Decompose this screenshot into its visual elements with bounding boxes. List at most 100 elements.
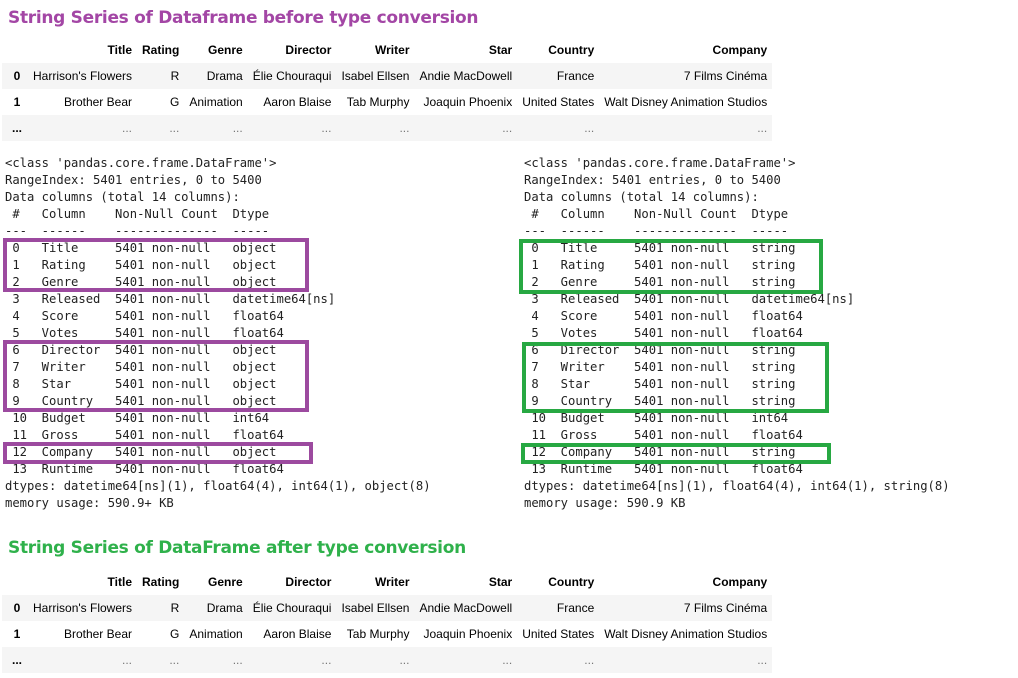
info-line: 4 Score 5401 non-null float64: [524, 309, 803, 323]
dataframe-before-table: Title Rating Genre Director Writer Star Countr…: [2, 37, 773, 141]
table-row: 1 Brother Bear G Animation Aaron Blaise Tab M…: [2, 89, 773, 115]
column-header: Rating: [142, 43, 180, 57]
table-cell: ...: [502, 653, 513, 667]
table-cell: ...: [169, 653, 180, 667]
info-line: 13 Runtime 5401 non-null float64: [5, 462, 284, 476]
column-header: Company: [712, 43, 768, 57]
info-line: 3 Released 5401 non-null datetime64[ns]: [5, 292, 336, 306]
row-index: 0: [13, 69, 21, 83]
column-header: Title: [107, 43, 132, 57]
info-line: dtypes: datetime64[ns](1), float64(4), i…: [524, 479, 950, 493]
info-line: <class 'pandas.core.frame.DataFrame'>: [524, 156, 796, 170]
table-cell: G: [170, 627, 180, 641]
row-index: 0: [13, 601, 21, 615]
table-cell: United States: [522, 95, 595, 109]
info-output-after: <class 'pandas.core.frame.DataFrame'> Ran…: [524, 155, 950, 512]
info-line: 9 Country 5401 non-null object: [5, 394, 277, 408]
info-line: RangeIndex: 5401 entries, 0 to 5400: [5, 173, 262, 187]
table-cell: Harrison's Flowers: [33, 69, 132, 83]
column-header: Star: [488, 575, 513, 589]
table-row: ...........................: [2, 115, 773, 141]
info-line: 13 Runtime 5401 non-null float64: [524, 462, 803, 476]
info-line: Data columns (total 14 columns):: [5, 190, 240, 204]
table-row: ...........................: [2, 647, 773, 673]
column-header: Company: [712, 575, 768, 589]
info-line: 10 Budget 5401 non-null int64: [524, 411, 789, 425]
info-line: Data columns (total 14 columns):: [524, 190, 759, 204]
info-line: 5 Votes 5401 non-null float64: [5, 326, 284, 340]
table-cell: Joaquin Phoenix: [423, 95, 513, 109]
info-line: 7 Writer 5401 non-null string: [524, 360, 796, 374]
info-line: 3 Released 5401 non-null datetime64[ns]: [524, 292, 855, 306]
table-cell: Aaron Blaise: [263, 95, 332, 109]
info-line: 8 Star 5401 non-null string: [524, 377, 796, 391]
table-cell: ...: [321, 653, 332, 667]
table-cell: Aaron Blaise: [263, 627, 332, 641]
dataframe-after-table: Title Rating Genre Director Writer Star Countr…: [2, 569, 773, 673]
index-header: [2, 37, 28, 63]
info-line: 4 Score 5401 non-null float64: [5, 309, 284, 323]
table-cell: ...: [232, 121, 243, 135]
table-cell: ...: [232, 653, 243, 667]
info-line: 1 Rating 5401 non-null object: [5, 258, 277, 272]
column-header: Genre: [208, 43, 243, 57]
column-header: Star: [488, 43, 513, 57]
table-cell: Isabel Ellsen: [341, 601, 410, 615]
info-output-before: <class 'pandas.core.frame.DataFrame'> Ran…: [5, 155, 431, 512]
table-cell: ...: [321, 121, 332, 135]
info-line: memory usage: 590.9 KB: [524, 496, 686, 510]
table-cell: ...: [584, 653, 595, 667]
table-cell: Andie MacDowell: [419, 601, 513, 615]
column-header: Genre: [208, 575, 243, 589]
table-cell: Walt Disney Animation Studios: [604, 95, 768, 109]
table-cell: 7 Films Cinéma: [683, 601, 768, 615]
table-cell: ...: [757, 653, 768, 667]
column-header: Director: [285, 575, 332, 589]
table-cell: R: [170, 601, 180, 615]
column-header: Rating: [142, 575, 180, 589]
row-index: ...: [12, 121, 23, 135]
heading-before: String Series of Dataframe before type c…: [8, 8, 479, 28]
column-header: Country: [548, 43, 595, 57]
table-cell: United States: [522, 627, 595, 641]
table-cell: France: [556, 69, 595, 83]
table-cell: Animation: [189, 95, 243, 109]
info-line: 12 Company 5401 non-null string: [524, 445, 796, 459]
column-header: Writer: [375, 575, 410, 589]
table-cell: France: [556, 601, 595, 615]
table-cell: Drama: [206, 601, 243, 615]
info-line: # Column Non-Null Count Dtype: [5, 207, 270, 221]
table-cell: Élie Chouraqui: [252, 601, 332, 615]
table-row: 1 Brother Bear G Animation Aaron Blaise Tab M…: [2, 621, 773, 647]
table-cell: ...: [757, 121, 768, 135]
table-cell: ...: [502, 121, 513, 135]
table-cell: ...: [121, 121, 132, 135]
info-line: 1 Rating 5401 non-null string: [524, 258, 796, 272]
table-cell: Brother Bear: [63, 627, 132, 641]
column-header: Title: [107, 575, 132, 589]
info-line: dtypes: datetime64[ns](1), float64(4), i…: [5, 479, 431, 493]
info-line: --- ------ -------------- -----: [5, 224, 270, 238]
table-cell: R: [170, 69, 180, 83]
table-row: 0 Harrison's Flowers R Drama Élie Chouraqui I…: [2, 595, 773, 621]
table-cell: Tab Murphy: [346, 627, 410, 641]
info-line: 2 Genre 5401 non-null object: [5, 275, 277, 289]
info-line: 0 Title 5401 non-null object: [5, 241, 277, 255]
info-line: memory usage: 590.9+ KB: [5, 496, 174, 510]
info-line: 11 Gross 5401 non-null float64: [524, 428, 803, 442]
index-header: [2, 569, 28, 595]
header-row: Title Rating Genre Director Writer Star Countr…: [2, 37, 772, 63]
info-line: --- ------ -------------- -----: [524, 224, 789, 238]
info-line: RangeIndex: 5401 entries, 0 to 5400: [524, 173, 781, 187]
info-line: 6 Director 5401 non-null object: [5, 343, 277, 357]
table-cell: ...: [399, 653, 410, 667]
table-cell: Animation: [189, 627, 243, 641]
info-line: 2 Genre 5401 non-null string: [524, 275, 796, 289]
table-cell: ...: [584, 121, 595, 135]
table-cell: Harrison's Flowers: [33, 601, 132, 615]
info-line: 10 Budget 5401 non-null int64: [5, 411, 270, 425]
table-row: 0 Harrison's Flowers R Drama Élie Chouraqui I…: [2, 63, 773, 89]
info-line: <class 'pandas.core.frame.DataFrame'>: [5, 156, 277, 170]
table-cell: ...: [399, 121, 410, 135]
info-line: 11 Gross 5401 non-null float64: [5, 428, 284, 442]
